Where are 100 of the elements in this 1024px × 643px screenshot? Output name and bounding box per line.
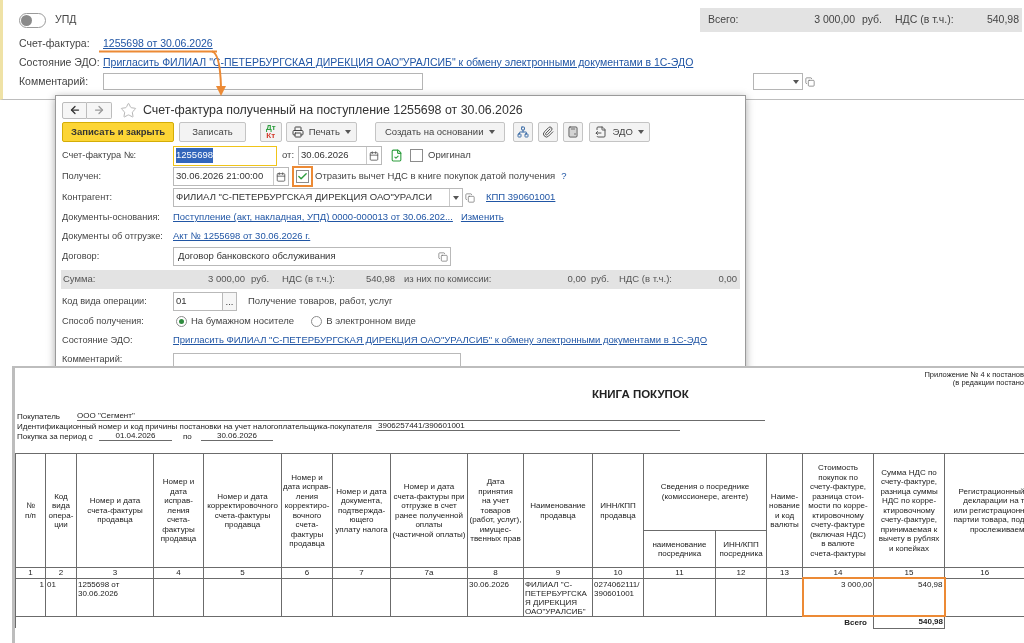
calculator-icon [567, 126, 580, 138]
edo-invite-link[interactable]: Пригласить ФИЛИАЛ "С-ПЕТЕРБУРГСКАЯ ДИРЕКЦИЯ ОАО"УРАЛСИБ" к обмену электронными документами в 1С-ЭДО [173, 333, 708, 348]
checkbox-label: Оригинал [428, 148, 471, 163]
sum-amount: 3 000,00 [207, 272, 245, 287]
column-header: Стоимость покупок по счету-фактуре, разница стои- мости по корре- ктировочному счету-фактуре (включая НДС) в валюте счета-фактуры [802, 453, 874, 568]
column-number: 4 [153, 567, 204, 578]
help-link[interactable]: ? [561, 169, 567, 184]
total-label: Всего [844, 617, 867, 627]
table-cell: 1255698 от 30.06.2026 [76, 578, 154, 616]
document-check-icon[interactable] [390, 149, 404, 162]
copy-icon [465, 192, 475, 203]
dropdown-field[interactable] [753, 73, 803, 90]
select-button[interactable]: ... [223, 292, 237, 311]
column-header: Дата принятия на учет товаров (работ, услуг), имущес- твенных прав [467, 453, 524, 568]
radio-button[interactable] [311, 316, 323, 327]
edo-button[interactable]: ЭДО [589, 122, 650, 142]
column-header: Сумма НДС по счету-фактуре, разница суммы НДС по корре- ктировочному счету-фактуре, принимаемая к вычету в рублях и копейках [873, 453, 945, 568]
currency-label: руб. [591, 272, 611, 287]
caret-icon [453, 195, 459, 200]
back-button[interactable] [62, 101, 87, 119]
datetime-input[interactable]: 30.06.2026 21:00:00 [173, 167, 289, 186]
caret-icon [489, 130, 496, 134]
date-input[interactable]: 30.06.2026 [298, 146, 383, 165]
period-label: Покупка за период с [17, 432, 94, 441]
window-title: Счет-фактура полученный на поступление 1255698 от 30.06.2026 [143, 101, 523, 119]
column-header: Номер и дата корректировочного счета-фактуры продавца [203, 453, 282, 568]
toggle-switch[interactable] [19, 12, 46, 28]
vat-label: НДС (в т.ч.): [619, 272, 673, 287]
sum-label: Сумма: [63, 272, 97, 287]
total-vat: 540,98 [873, 616, 945, 628]
table-cell: ФИЛИАЛ "С-ПЕТЕРБУРГСКАЯ ДИРЕКЦИЯ ОАО"УРАЛСИБ" [523, 578, 593, 616]
column-header: наименование посредника [643, 530, 716, 568]
toggle-label: УПД [55, 12, 77, 28]
field-label: Контрагент: [62, 190, 114, 204]
table-cell: 540,98 [873, 578, 945, 616]
column-number: 8 [467, 567, 524, 578]
print-button[interactable]: Печать [285, 122, 357, 142]
create-based-on-button[interactable]: Создать на основании [374, 122, 506, 142]
field-label: Получен: [62, 169, 102, 183]
radio-button[interactable] [176, 316, 187, 327]
vat-label: НДС (в т.ч.): [895, 12, 954, 28]
column-header: Номер и дата исправ- ления корректиро- вочного счета- фактуры продавца [281, 453, 333, 568]
attach-button[interactable] [538, 122, 559, 142]
hierarchy-icon [517, 126, 530, 138]
contract-field[interactable]: Договор банковского обслуживания [173, 247, 451, 266]
column-group-header: Сведения о посреднике (комиссионере, агенте) [643, 453, 767, 531]
change-link[interactable]: Изменить [460, 210, 504, 225]
invoice-number-input[interactable]: 1255698 [173, 145, 277, 166]
checkbox[interactable] [410, 149, 424, 162]
structure-button[interactable] [513, 122, 534, 142]
save-button[interactable]: Записать [179, 122, 246, 142]
column-number: 3 [76, 567, 154, 578]
field-label: Состояние ЭДО: [62, 333, 134, 347]
document-arrow-icon [595, 126, 608, 138]
calendar-icon [369, 150, 380, 161]
taxpayer-id-label: Идентификационный номер и код причины постановки на учет налогоплательщика-покупателя [17, 422, 373, 431]
calendar-button[interactable] [273, 168, 288, 185]
shipment-document-link[interactable]: Акт № 1255698 от 30.06.2026 г. [173, 229, 311, 244]
vat-amount: 540,98 [985, 12, 1019, 28]
back-icon [68, 104, 81, 116]
table-cell: 1 [15, 578, 46, 616]
column-number: 5 [203, 567, 282, 578]
copy-icon [438, 251, 448, 262]
column-number: 7 [332, 567, 391, 578]
column-header: Регистрационный декларации на т или регистрационн партии товара, под прослеживаем [944, 453, 1024, 568]
forward-icon [93, 104, 105, 116]
column-number: 1 [15, 567, 46, 578]
currency-label: руб. [251, 272, 271, 287]
report-title: КНИГА ПОКУПОК [592, 386, 689, 402]
column-number: 9 [523, 567, 593, 578]
caret-icon [344, 130, 351, 134]
checkbox-label: Отразить вычет НДС в книге покупок датой получения [315, 169, 556, 184]
commission-amount: 0,00 [566, 272, 586, 287]
star-icon[interactable] [120, 101, 137, 119]
save-and-close-button[interactable]: Записать и закрыть [62, 122, 175, 142]
journal-button[interactable]: Дт Кт [259, 122, 282, 142]
operation-code-input[interactable]: 01 [173, 292, 223, 311]
counterparty-dropdown[interactable]: ФИЛИАЛ "С-ПЕТЕРБУРГСКАЯ ДИРЕКЦИЯ ОАО"УРАЛСИ [173, 188, 463, 207]
field-label: Счет-фактура №: [62, 148, 138, 162]
period-end: 30.06.2026 [216, 431, 257, 440]
column-header: Номер и дата исправ- ления счета- фактуры продавца [153, 453, 204, 568]
vat-label: НДС (в т.ч.): [282, 272, 336, 287]
paperclip-icon [542, 126, 555, 138]
field-label: Комментарий: [62, 353, 124, 366]
field-label: Документы об отгрузке: [62, 229, 164, 243]
column-number: 10 [592, 567, 644, 578]
caret-icon [793, 79, 799, 84]
field-label: Код вида операции: [62, 294, 148, 308]
invoice-link[interactable]: 1255698 от 30.06.2026 [103, 35, 213, 52]
comment-input[interactable] [103, 73, 423, 90]
base-document-link[interactable]: Поступление (акт, накладная, УПД) 0000-000013 от 30.06.202... [173, 210, 453, 225]
calculator-button[interactable] [563, 122, 584, 142]
table-cell: 01 [45, 578, 77, 616]
kpp-link[interactable]: КПП 390601001 [486, 190, 556, 205]
column-header: Номер и дата документа, подтвержда- ющего уплату налога [332, 453, 391, 568]
radio-label: На бумажном носителе [191, 314, 295, 329]
field-label: Договор: [62, 249, 101, 263]
column-header: Номер и дата счета-фактуры при отгрузке в счет ранее полученной оплаты (частичной оплаты) [390, 453, 468, 568]
table-cell: 3 000,00 [802, 578, 874, 616]
printer-icon [291, 126, 304, 138]
